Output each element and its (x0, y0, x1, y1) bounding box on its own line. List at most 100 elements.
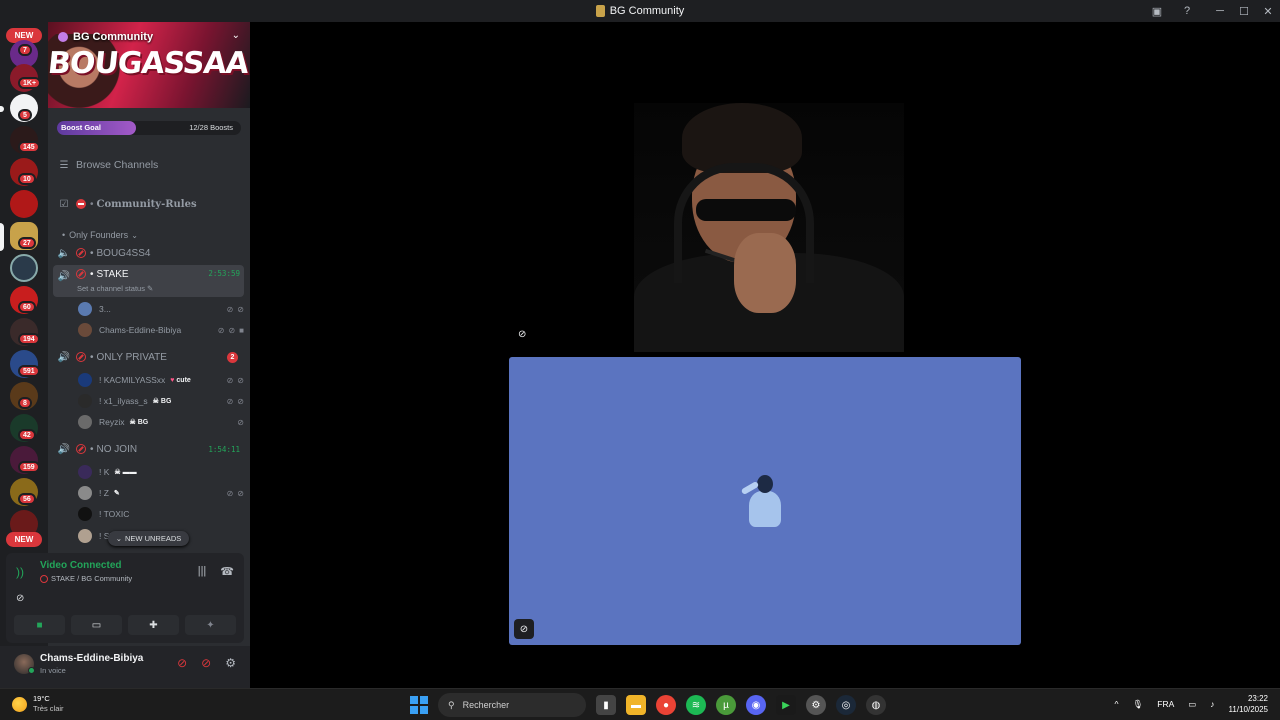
browse-channels[interactable]: ☰ Browse Channels (53, 155, 244, 175)
terminal-icon[interactable]: ▶ (776, 695, 796, 715)
channel-timer: 1:54:11 (208, 444, 240, 454)
skull-icon: ☠ (129, 419, 136, 426)
settings-icon[interactable]: ⚙ (806, 695, 826, 715)
discord-icon[interactable]: ◉ (746, 695, 766, 715)
voice-connection-panel: )) Video Connected STAKE / BG Community … (6, 553, 244, 643)
voice-member[interactable]: ! K ☠ ▬▬ (78, 463, 244, 481)
member-tag: ☠ ▬▬ (114, 468, 136, 476)
member-name: Reyzix (99, 417, 125, 427)
server-icon[interactable] (10, 190, 38, 218)
camera-button[interactable]: ■ (14, 615, 65, 635)
selected-server-pill (0, 223, 4, 251)
channel-name: STAKE (96, 269, 129, 280)
prohibited-icon (76, 352, 86, 362)
server-badge: 7 (18, 44, 32, 56)
webcam-hand (734, 233, 796, 313)
category-only-founders[interactable]: • Only Founders ⌄ (53, 225, 244, 245)
member-tag: ☠ BG (153, 397, 172, 405)
clock[interactable]: 23:22 11/10/2025 (1229, 693, 1268, 715)
voice-channel-path: STAKE / BG Community (51, 574, 133, 583)
language-indicator[interactable]: FRA (1157, 699, 1174, 709)
voice-status-title[interactable]: Video Connected (40, 560, 122, 571)
server-banner: BOUGASSAA BG Community ⌄ (48, 22, 250, 108)
screen-share-button[interactable]: ▭ (71, 615, 122, 635)
voice-member[interactable]: ! Z ✎ ⊘ ⊘ (78, 484, 244, 502)
webcam-glasses (696, 199, 796, 221)
steam-icon[interactable]: ◎ (836, 695, 856, 715)
obs-icon[interactable]: ◍ (866, 695, 886, 715)
server-badge: 591 (18, 365, 40, 377)
voice-member[interactable]: Chams-Eddine-Bibiya ⊘ ⊘ ■ (78, 321, 244, 339)
voice-channel-stake[interactable]: 🔊 • STAKE 2:53:59 Set a channel status ✎ (53, 265, 244, 297)
spotify-icon[interactable]: ≋ (686, 695, 706, 715)
search-box[interactable]: ⚲ Rechercher (438, 693, 586, 717)
new-unreads-button[interactable]: ⌄ NEW UNREADS (108, 531, 189, 546)
boost-count: 12/28 Boosts (189, 123, 233, 132)
minimize-button[interactable]: ─ (1208, 0, 1232, 22)
voice-channel-boug4ss4[interactable]: 🔈 • BOUG4SS4 (53, 243, 244, 263)
voice-member[interactable]: ! x1_ilyass_s ☠ BG ⊘ ⊘ (78, 392, 244, 410)
weather-temp: 19°C (33, 694, 50, 703)
channel-status[interactable]: Set a channel status ✎ (77, 284, 153, 293)
username[interactable]: Chams-Eddine-Bibiya (40, 653, 143, 664)
voice-channel-no-join[interactable]: 🔊 • NO JOIN 1:54:11 (53, 439, 244, 459)
voice-member[interactable]: ! TOXIC (78, 505, 244, 523)
channel-community-rules[interactable]: ☑ • Community-Rules (53, 194, 244, 214)
chevron-down-icon: ⌄ (131, 230, 138, 240)
boost-goal-bar[interactable]: Boost Goal 12/28 Boosts (57, 121, 241, 135)
start-button[interactable] (410, 696, 428, 714)
window-title: BG Community (595, 5, 684, 17)
member-name: ! x1_ilyass_s (99, 396, 148, 406)
maximize-button[interactable]: ☐ (1232, 0, 1256, 22)
voice-status-subtitle[interactable]: STAKE / BG Community (40, 574, 132, 583)
clock-date: 11/10/2025 (1228, 705, 1268, 714)
voice-channel-only-private[interactable]: 🔊 • ONLY PRIVATE 2 (53, 347, 244, 367)
new-pill-bottom[interactable]: NEW (6, 532, 42, 547)
voice-member[interactable]: 3... ⊘ ⊘ (78, 300, 244, 318)
file-explorer-icon[interactable]: ▬ (626, 695, 646, 715)
disconnect-icon[interactable]: ☎ (220, 565, 234, 578)
separator-dot: • (90, 269, 94, 280)
chevron-up-icon[interactable]: ^ (1114, 699, 1118, 709)
member-tag: ☠ BG (130, 418, 149, 426)
checkbox-icon: ☑ (59, 198, 69, 210)
chevron-down-icon[interactable]: ⌄ (232, 30, 240, 41)
headset-deafened-icon: ⊘ (237, 304, 244, 314)
network-icon[interactable]: ▭ (1188, 699, 1196, 710)
soundboard-button[interactable]: ✦ (185, 615, 236, 635)
member-name: ! Z (99, 488, 109, 498)
server-badge: 194 (18, 333, 40, 345)
weapon-icon: ▬▬ (122, 469, 137, 476)
weather-widget[interactable]: 19°C Très clair (12, 694, 64, 714)
chrome-icon[interactable]: ● (656, 695, 676, 715)
member-name: 3... (99, 304, 111, 314)
pencil-icon: ✎ (113, 490, 120, 497)
noise-suppression-icon[interactable]: ||| (198, 565, 207, 578)
close-button[interactable]: ✕ (1256, 0, 1280, 22)
signal-icon[interactable]: )) (16, 565, 24, 579)
microphone-icon[interactable]: 🎙 (1132, 699, 1143, 710)
help-icon[interactable]: ? (1178, 2, 1196, 20)
server-name: BG Community (73, 31, 154, 43)
deafened-indicator-icon: ⊘ (16, 593, 25, 604)
utorrent-icon[interactable]: µ (716, 695, 736, 715)
task-view-icon[interactable]: ▮ (596, 695, 616, 715)
user-status: In voice (40, 666, 66, 675)
participant-tile[interactable]: ⊘ (509, 357, 1021, 645)
voice-member[interactable]: ! KACMILYASSxx ♥ cute ⊘ ⊘ (78, 371, 244, 389)
avatar-head (757, 475, 773, 493)
channel-name: ONLY PRIVATE (96, 351, 167, 363)
volume-icon[interactable]: ♪ (1210, 699, 1214, 709)
member-status-icons: ⊘ ⊘ (227, 397, 244, 406)
inbox-icon[interactable]: ▣ (1148, 2, 1166, 20)
server-name-header[interactable]: BG Community (58, 31, 153, 43)
voice-member[interactable]: Reyzix ☠ BG ⊘ (78, 413, 244, 431)
speaker-icon: 🔊 (57, 443, 71, 455)
server-icon[interactable] (10, 254, 38, 282)
headset-deafened-icon[interactable]: ⊘ (201, 656, 211, 670)
webcam-video-tile[interactable] (634, 103, 904, 352)
gear-icon[interactable]: ⚙ (225, 656, 236, 670)
activity-button[interactable]: ✚ (128, 615, 179, 635)
mic-muted-icon[interactable]: ⊘ (177, 656, 187, 670)
category-label: Only Founders (69, 230, 129, 240)
